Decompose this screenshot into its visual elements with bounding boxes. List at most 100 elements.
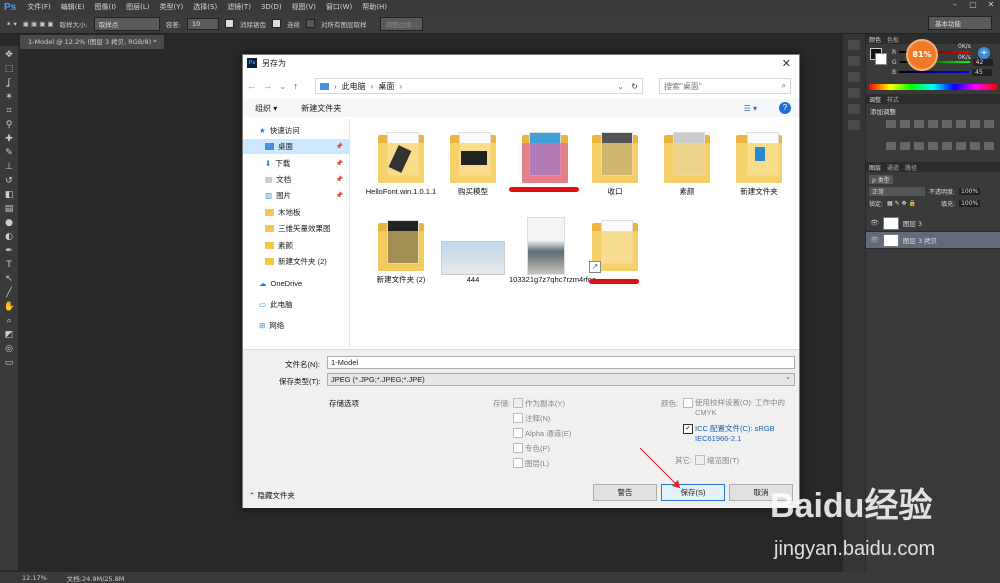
brightness-icon[interactable] [886,120,896,128]
nav-desktop[interactable]: 桌面 📌 [243,139,349,154]
menu-edit[interactable]: 编辑(E) [56,2,90,12]
refine-edge-button[interactable]: 调整边缘... [380,16,423,31]
nav-documents[interactable]: ▤ 文档 📌 [243,172,349,187]
file-item[interactable]: 购买模型 [437,129,509,197]
type-tool-icon[interactable]: T [4,260,15,271]
tab-adjustments[interactable]: 调整 [869,95,881,104]
vibrance-icon[interactable] [942,120,952,128]
layer-row-selected[interactable]: 👁 图层 3 拷贝 [866,232,1000,249]
path-select-icon[interactable]: ↖ [4,274,15,285]
menu-image[interactable]: 图像(I) [90,2,122,12]
as-copy-checkbox[interactable] [513,398,523,408]
info-panel-icon[interactable] [848,72,860,82]
threshold-icon[interactable] [956,142,966,150]
layers-checkbox[interactable] [513,458,523,468]
menu-3d[interactable]: 3D(D) [256,3,287,11]
exposure-icon[interactable] [928,120,938,128]
nav-onedrive[interactable]: ☁ OneDrive [243,276,349,291]
breadcrumb-this-pc[interactable]: 此电脑 [342,81,366,92]
workspace-select[interactable]: 基本功能 [928,16,992,30]
foreground-color-icon[interactable]: ◩ [4,330,15,341]
breadcrumb[interactable]: › 此电脑 › 桌面 › ⌄ ↻ [315,78,643,94]
eraser-tool-icon[interactable]: ◧ [4,190,15,201]
channel-mixer-icon[interactable] [900,142,910,150]
tab-color[interactable]: 颜色 [869,35,881,44]
tab-styles[interactable]: 样式 [887,95,899,104]
lock-icons[interactable]: ▦ ✎ ✥ 🔒 [887,200,937,207]
tab-channels[interactable]: 通道 [887,163,899,172]
file-item[interactable]: ↗ [579,217,651,284]
paragraph-panel-icon[interactable] [848,120,860,130]
help-icon[interactable]: ? [779,102,791,114]
search-input[interactable]: 搜索"桌面" ⌕ [659,78,791,94]
crop-tool-icon[interactable]: ⌗ [4,106,15,117]
menu-filter[interactable]: 滤镜(T) [222,2,256,12]
path-dropdown-icon[interactable]: ⌄ [617,82,624,91]
close-icon[interactable]: ✕ [782,57,791,70]
bw-icon[interactable] [984,120,994,128]
visibility-eye-icon[interactable]: 👁 [870,219,879,227]
menu-file[interactable]: 文件(F) [22,2,56,12]
layer-row[interactable]: 👁 图层 3 [866,215,1000,232]
file-item[interactable]: 新建文件夹 [723,129,795,197]
file-item[interactable]: HelloFont.win.1.0.1.1 [365,129,437,197]
photo-filter-icon[interactable] [886,142,896,150]
color-spectrum[interactable] [869,84,997,90]
tab-layers[interactable]: 图层 [869,163,881,172]
gradient-map-icon[interactable] [970,142,980,150]
recent-locations-icon[interactable]: ⌄ [279,81,287,92]
new-folder-button[interactable]: 新建文件夹 [289,103,353,114]
refresh-icon[interactable]: ↻ [631,82,638,91]
menu-help[interactable]: 帮助(H) [357,2,392,12]
nav-folder-new2[interactable]: 新建文件夹 (2) [243,254,349,269]
alpha-checkbox[interactable] [513,428,523,438]
tab-swatches[interactable]: 色板 [887,35,899,44]
background-swatch[interactable] [875,53,887,65]
hue-icon[interactable] [956,120,966,128]
opacity-input[interactable]: 100% [959,188,981,195]
dodge-tool-icon[interactable]: ◐ [4,232,15,243]
blur-tool-icon[interactable]: ● [4,218,15,229]
hide-folders-toggle[interactable]: ⌃ 隐藏文件夹 [249,490,295,501]
lookup-icon[interactable] [914,142,924,150]
nav-folder-wood[interactable]: 木地板 [243,205,349,220]
tolerance-input[interactable]: 10 [186,17,219,30]
selective-color-icon[interactable] [984,142,994,150]
file-item[interactable]: 103321g7z7qhc7rzm4rfoc [509,217,596,285]
proof-setup-checkbox[interactable] [683,398,693,408]
nav-folder-3d[interactable]: 三维矢量效果图 [243,221,349,236]
eyedropper-tool-icon[interactable]: ⚲ [4,120,15,131]
filename-input[interactable]: 1-Model [327,356,795,369]
sample-size-select[interactable]: 取样点 [93,16,160,31]
document-tab[interactable]: 1-Model @ 12.2% (图层 3 拷贝, RGB/8) * [20,35,165,49]
filetype-select[interactable]: JPEG (*.JPG;*.JPEG;*.JPE) [327,372,795,386]
quick-mask-icon[interactable]: ◎ [4,344,15,355]
shape-tool-icon[interactable]: ╱ [4,288,15,299]
gradient-tool-icon[interactable]: ▤ [4,204,15,215]
thumbnail-checkbox[interactable] [695,455,705,465]
magic-wand-tool-icon[interactable]: ✶ ▾ [6,20,17,28]
contiguous-checkbox[interactable] [271,19,281,28]
organize-button[interactable]: 组织 ▾ [243,103,289,114]
forward-arrow-icon[interactable]: → [263,81,272,91]
notes-checkbox[interactable] [513,413,523,423]
lasso-tool-icon[interactable]: ʆ [4,78,15,89]
menu-select[interactable]: 选择(S) [188,2,222,12]
curves-icon[interactable] [914,120,924,128]
nav-network[interactable]: ⊞ 网络 [243,318,349,333]
history-panel-icon[interactable] [848,40,860,50]
zoom-level[interactable]: 12.17% [22,574,47,582]
history-brush-icon[interactable]: ↺ [4,176,15,187]
up-arrow-icon[interactable]: ↑ [294,81,299,91]
close-window-icon[interactable]: ✕ [982,0,1000,12]
brush-panel-icon[interactable] [848,88,860,98]
antialias-checkbox[interactable] [224,19,234,28]
fill-input[interactable]: 100% [959,200,981,207]
blend-mode-select[interactable]: 正常 [869,187,925,196]
nav-pictures[interactable]: ▨ 图片 📌 [243,188,349,203]
menu-window[interactable]: 窗口(W) [321,2,357,12]
nav-quick-access[interactable]: ★ 快速访问 [243,123,349,138]
b-value[interactable]: 45 [972,68,993,76]
file-item[interactable]: 444 [437,217,509,285]
file-item[interactable]: 新建文件夹 (2) [365,217,437,285]
